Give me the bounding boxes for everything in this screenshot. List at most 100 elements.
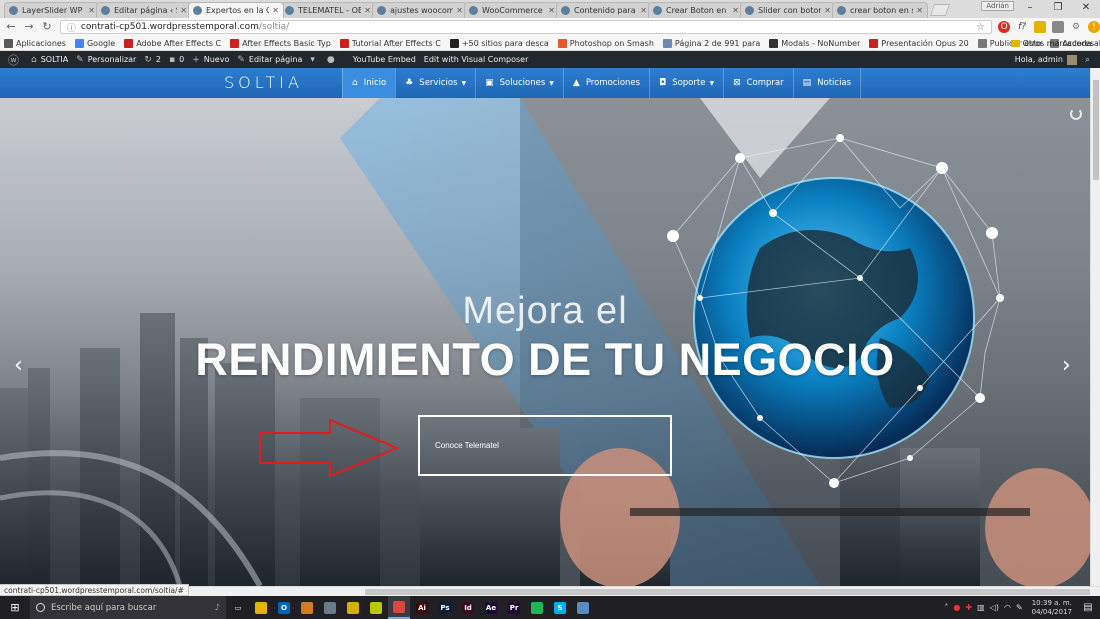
- tab-close-icon[interactable]: ✕: [732, 6, 739, 15]
- minimize-button[interactable]: –: [1016, 0, 1044, 16]
- alert-extension-icon[interactable]: !: [1088, 21, 1100, 33]
- taskbar-app-indesign[interactable]: Id: [457, 596, 479, 619]
- microphone-icon[interactable]: ♪: [215, 603, 220, 613]
- browser-tab[interactable]: Slider con boton co✕: [740, 2, 836, 18]
- taskbar-app-task-view[interactable]: ▭: [227, 596, 249, 619]
- taskbar-app-spotify[interactable]: [526, 596, 548, 619]
- tab-close-icon[interactable]: ✕: [640, 6, 647, 15]
- maximize-button[interactable]: ❐: [1044, 0, 1072, 16]
- wp-customize-link[interactable]: ✎ Personalizar: [76, 55, 136, 65]
- taskbar-app-app-blue[interactable]: [572, 596, 594, 619]
- extension-yellow-icon[interactable]: [1034, 21, 1047, 33]
- wp-visual-composer-link[interactable]: Edit with Visual Composer: [424, 55, 529, 64]
- bookmark-item[interactable]: Modals - NoNumber: [769, 38, 860, 48]
- tray-chevron-icon[interactable]: ˄: [944, 603, 948, 612]
- other-bookmarks-folder[interactable]: Otros marcadores: [1010, 36, 1094, 51]
- site-logo[interactable]: SOLTIA: [224, 73, 303, 92]
- taskbar-search[interactable]: Escribe aquí para buscar ♪: [30, 596, 226, 619]
- tab-close-icon[interactable]: ✕: [916, 6, 923, 15]
- wp-youtube-embed-link[interactable]: YouTube Embed: [353, 55, 416, 64]
- wp-new-link[interactable]: + Nuevo: [192, 55, 229, 65]
- secure-info-icon[interactable]: ⓘ: [67, 21, 76, 34]
- wp-updates-link[interactable]: ↻ 2: [144, 55, 161, 65]
- taskbar-app-file-explorer[interactable]: [250, 596, 272, 619]
- browser-tab[interactable]: WooCommerce Me✕: [464, 2, 560, 18]
- back-button[interactable]: ←: [4, 20, 18, 34]
- close-window-button[interactable]: ✕: [1072, 0, 1100, 16]
- tab-close-icon[interactable]: ✕: [548, 6, 555, 15]
- taskbar-app-network[interactable]: [319, 596, 341, 619]
- settings-gear-icon[interactable]: ⚙: [1070, 21, 1082, 33]
- forward-button[interactable]: →: [22, 20, 36, 34]
- browser-tab[interactable]: Editar página ‹ SOL✕: [96, 2, 192, 18]
- taskbar-app-photoshop[interactable]: Ps: [434, 596, 456, 619]
- wp-edit-page-link[interactable]: ✎ Editar página: [237, 55, 302, 65]
- bookmark-item[interactable]: Adobe After Effects C: [124, 38, 221, 48]
- font-extension-icon[interactable]: f?: [1016, 21, 1028, 33]
- taskbar-clock[interactable]: 10:39 a. m. 04/04/2017: [1032, 599, 1072, 617]
- bookmark-item[interactable]: +50 sitios para desca: [449, 38, 549, 48]
- cta-button[interactable]: Conoce Telematel: [418, 415, 672, 476]
- bookmark-star-icon[interactable]: ☆: [976, 22, 985, 33]
- bookmark-item[interactable]: Aplicaciones: [4, 38, 66, 48]
- pen-icon[interactable]: ✎: [1016, 603, 1023, 612]
- slider-prev-arrow-icon[interactable]: ‹: [14, 353, 23, 378]
- wp-search-icon[interactable]: ⌕: [1085, 55, 1090, 65]
- wp-yoast-icon[interactable]: ▾: [310, 55, 319, 65]
- menu-item-inicio[interactable]: ⌂ Inicio: [342, 68, 396, 98]
- notifications-icon[interactable]: ▤: [1080, 602, 1096, 613]
- wp-status-dot-icon[interactable]: ●: [327, 55, 339, 65]
- menu-item-promociones[interactable]: ▲ Promociones: [562, 68, 649, 98]
- wp-site-link[interactable]: ⌂ SOLTIA: [31, 55, 68, 65]
- tab-close-icon[interactable]: ✕: [824, 6, 831, 15]
- taskbar-app-app-yellow-1[interactable]: [342, 596, 364, 619]
- tray-network-icon[interactable]: ▥: [977, 603, 985, 612]
- vertical-scrollbar[interactable]: [1090, 68, 1100, 586]
- browser-tab[interactable]: Contenido para Wo✕: [556, 2, 652, 18]
- reload-button[interactable]: ↻: [40, 20, 54, 34]
- bookmark-item[interactable]: Página 2 de 991 para: [662, 38, 760, 48]
- taskbar-app-illustrator[interactable]: Ai: [411, 596, 433, 619]
- volume-icon[interactable]: ◁): [990, 603, 999, 612]
- menu-item-noticias[interactable]: ▤ Noticias: [792, 68, 862, 98]
- address-bar[interactable]: ⓘ contrati-cp501.wordpresstemporal.com/s…: [59, 20, 993, 34]
- menu-item-soluciones[interactable]: ▣ Soluciones ▼: [475, 68, 563, 98]
- wp-account-menu[interactable]: Hola, admin: [1015, 54, 1077, 65]
- taskbar-app-chrome[interactable]: [388, 596, 410, 619]
- tab-close-icon[interactable]: ✕: [180, 6, 187, 15]
- wifi-icon[interactable]: ◠: [1004, 603, 1011, 612]
- browser-tab[interactable]: TELEMATEL - OBRA✕: [280, 2, 376, 18]
- tab-close-icon[interactable]: ✕: [364, 6, 371, 15]
- browser-tab[interactable]: Crear Boton en slid✕: [648, 2, 744, 18]
- bookmark-item[interactable]: After Effects Basic Typ: [230, 38, 331, 48]
- menu-item-servicios[interactable]: ♣ Servicios ▼: [395, 68, 475, 98]
- tray-app-icon[interactable]: ✚: [965, 603, 972, 612]
- bookmark-item[interactable]: Google: [74, 38, 115, 48]
- horizontal-scroll-thumb[interactable]: [365, 589, 1090, 595]
- bookmark-item[interactable]: Photoshop on Smash: [557, 38, 654, 48]
- tray-red-icon[interactable]: ●: [953, 603, 960, 612]
- bookmark-item[interactable]: Presentación Opus 20: [869, 38, 969, 48]
- taskbar-app-skype[interactable]: S: [549, 596, 571, 619]
- wp-comments-link[interactable]: ▪ 0: [169, 55, 184, 65]
- new-tab-button[interactable]: [929, 4, 951, 16]
- taskbar-app-store[interactable]: [296, 596, 318, 619]
- browser-tab[interactable]: Expertos en la Cons✕: [188, 2, 284, 18]
- windows-start-icon[interactable]: ⊞: [4, 596, 26, 619]
- browser-tab[interactable]: crear boton en slid✕: [832, 2, 928, 18]
- taskbar-app-after-effects[interactable]: Ae: [480, 596, 502, 619]
- taskbar-app-premiere[interactable]: Pr: [503, 596, 525, 619]
- menu-item-soporte[interactable]: ◘ Soporte ▼: [649, 68, 723, 98]
- extension-gray-icon[interactable]: [1052, 21, 1065, 33]
- opera-extension-icon[interactable]: O: [998, 21, 1011, 33]
- taskbar-app-app-yellow-2[interactable]: [365, 596, 387, 619]
- tab-close-icon[interactable]: ✕: [456, 6, 463, 15]
- tab-close-icon[interactable]: ✕: [88, 6, 95, 15]
- bookmark-item[interactable]: Tutorial After Effects C: [339, 38, 441, 48]
- wp-logo-icon[interactable]: ⓦ: [8, 52, 23, 68]
- slider-next-arrow-icon[interactable]: ›: [1062, 353, 1071, 378]
- browser-tab[interactable]: ajustes woocomme✕: [372, 2, 468, 18]
- menu-item-comprar[interactable]: ⊠ Comprar: [723, 68, 793, 98]
- profile-badge[interactable]: Adrián: [981, 1, 1014, 11]
- vertical-scroll-thumb[interactable]: [1093, 80, 1099, 180]
